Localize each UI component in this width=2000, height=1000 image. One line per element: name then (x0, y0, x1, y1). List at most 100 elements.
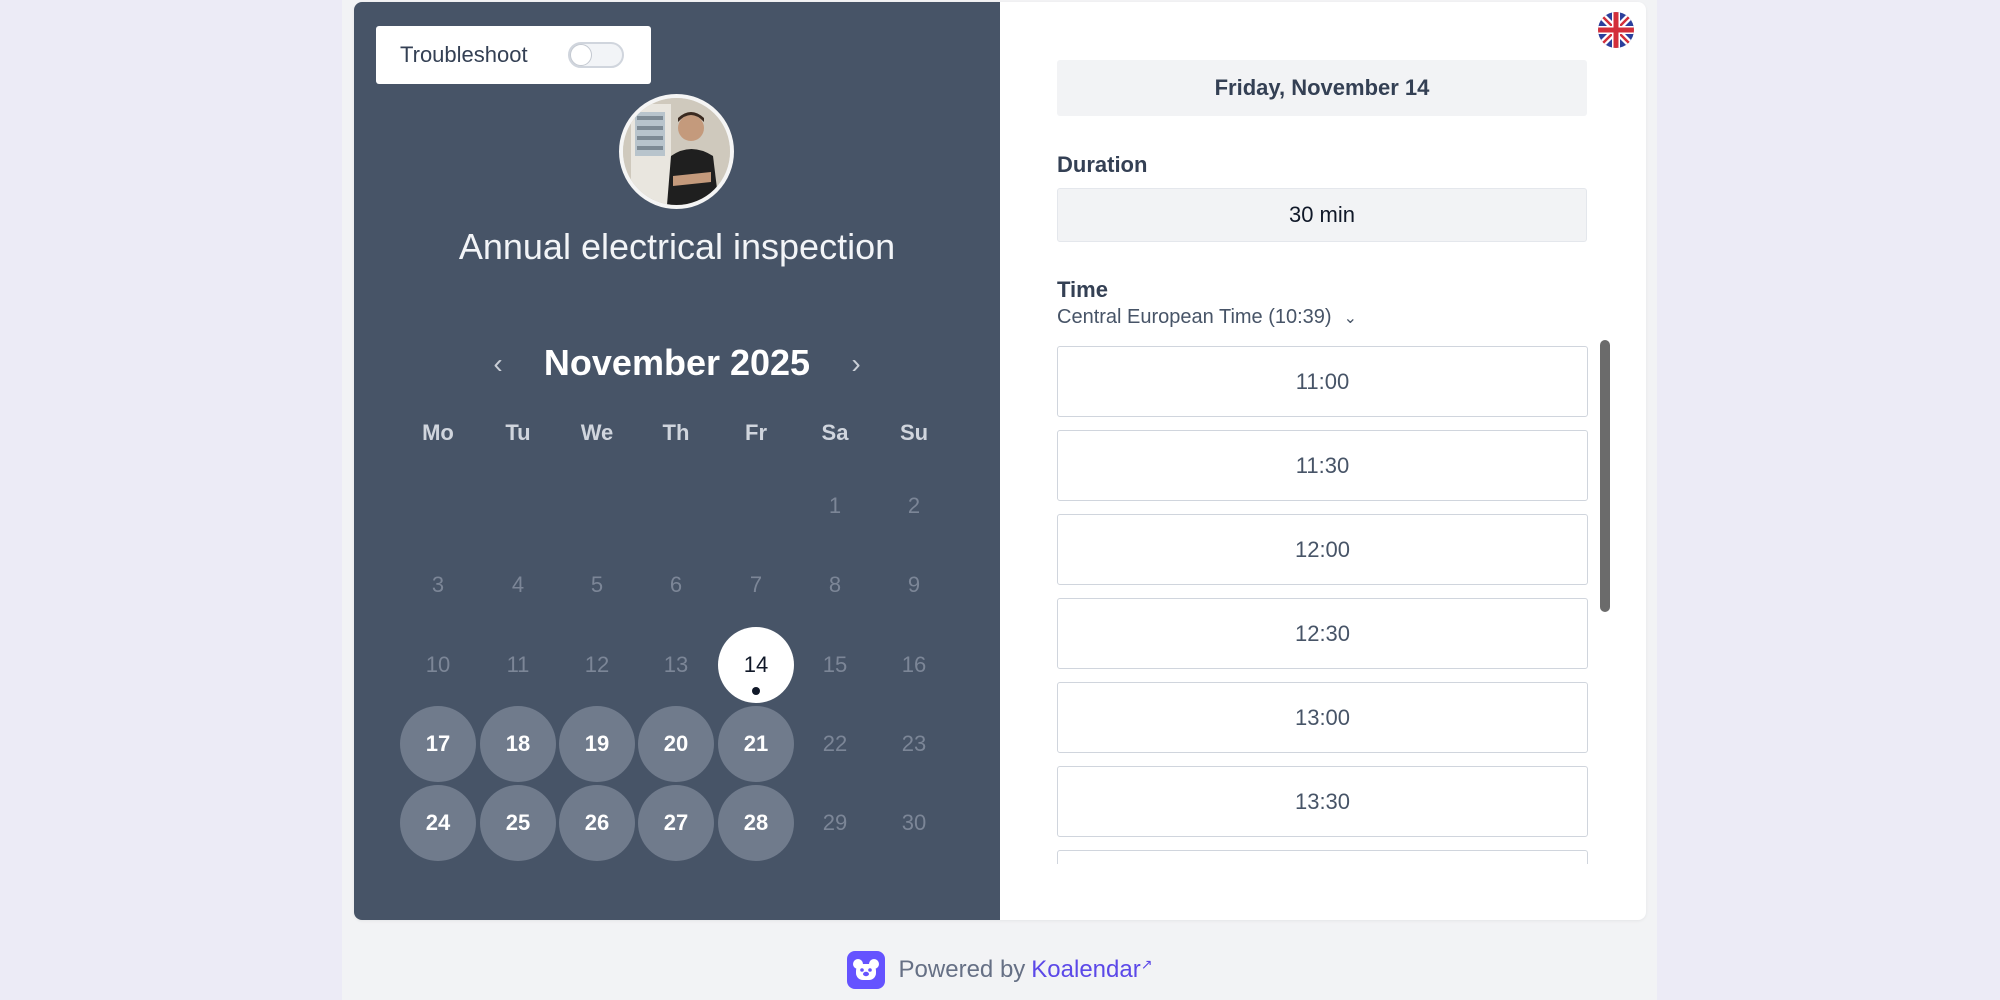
weekday-we: We (580, 420, 614, 445)
calendar-day-number: 4 (511, 572, 525, 597)
calendar-day-number: 12 (584, 652, 610, 677)
calendar-day-3: 3 (400, 547, 476, 623)
weekday-su: Su (899, 420, 929, 445)
uk-flag-icon[interactable] (1598, 12, 1634, 48)
calendar-day-1: 1 (797, 468, 873, 544)
event-title: Annual electrical inspection (458, 226, 896, 267)
calendar-day-22: 22 (797, 706, 873, 782)
koalendar-logo-icon (846, 951, 885, 989)
calendar-day-6: 6 (638, 547, 714, 623)
calendar-day-number: 16 (901, 652, 927, 677)
chevron-down-icon: ⌄ (1343, 309, 1357, 327)
calendar-day-30: 30 (876, 785, 952, 861)
today-dot (752, 687, 760, 695)
calendar-day-number: 1 (828, 493, 842, 518)
chevron-right-icon[interactable]: › (840, 348, 872, 380)
calendar-day-number: 18 (505, 731, 531, 756)
time-slot[interactable] (1057, 850, 1588, 864)
calendar-day-number: 24 (425, 810, 451, 835)
calendar-day-13: 13 (638, 627, 714, 703)
month-label: November 2025 (543, 342, 811, 383)
calendar-day-number: 14 (743, 652, 769, 677)
calendar-day-number: 22 (822, 731, 848, 756)
calendar-day-26[interactable]: 26 (559, 785, 635, 861)
calendar-day-19[interactable]: 19 (559, 706, 635, 782)
calendar-day-number: 20 (663, 731, 689, 756)
koalendar-link[interactable]: Koalendar↗ (1031, 956, 1152, 984)
calendar-day-9: 9 (876, 547, 952, 623)
calendar-day-number: 30 (901, 810, 927, 835)
calendar-day-number: 28 (743, 810, 769, 835)
time-slot[interactable]: 11:00 (1057, 346, 1588, 417)
calendar-day-number: 9 (907, 572, 921, 597)
weekday-sa: Sa (821, 420, 849, 445)
troubleshoot-toggle[interactable] (568, 42, 624, 68)
calendar-day-number: 6 (669, 572, 683, 597)
calendar-day-7: 7 (718, 547, 794, 623)
month-navigation: ‹ November 2025 › (354, 340, 1000, 392)
koalendar-link-text: Koalendar (1031, 956, 1141, 983)
calendar-day-number: 7 (749, 572, 763, 597)
external-link-icon: ↗ (1140, 956, 1153, 972)
calendar-day-number: 27 (663, 810, 689, 835)
calendar-day-23: 23 (876, 706, 952, 782)
calendar-day-12: 12 (559, 627, 635, 703)
calendar-day-25[interactable]: 25 (480, 785, 556, 861)
calendar-day-28[interactable]: 28 (718, 785, 794, 861)
calendar-day-number: 21 (743, 731, 769, 756)
powered-by-text: Powered by (898, 956, 1026, 983)
troubleshoot-bar: Troubleshoot (376, 26, 651, 84)
calendar-day-24[interactable]: 24 (400, 785, 476, 861)
calendar-day-16: 16 (876, 627, 952, 703)
calendar-day-18[interactable]: 18 (480, 706, 556, 782)
calendar-day-number: 10 (425, 652, 451, 677)
calendar-day-number: 5 (590, 572, 604, 597)
time-slot[interactable]: 11:30 (1057, 430, 1588, 501)
calendar-day-20[interactable]: 20 (638, 706, 714, 782)
time-slot-list[interactable]: 11:00 11:30 12:00 12:30 13:00 13:30 (1057, 346, 1589, 864)
calendar-day-27[interactable]: 27 (638, 785, 714, 861)
time-slot[interactable]: 13:00 (1057, 682, 1588, 753)
calendar-day-number: 3 (431, 572, 445, 597)
calendar-day-11: 11 (480, 627, 556, 703)
calendar-day-8: 8 (797, 547, 873, 623)
duration-label: Duration (1057, 152, 1148, 177)
calendar-day-number: 29 (822, 810, 848, 835)
toggle-knob (570, 44, 592, 66)
calendar-day-5: 5 (559, 547, 635, 623)
calendar-day-number: 26 (584, 810, 610, 835)
troubleshoot-label: Troubleshoot (400, 42, 528, 67)
calendar-day-number: 23 (901, 731, 927, 756)
calendar-day-number: 17 (425, 731, 451, 756)
time-slot[interactable]: 13:30 (1057, 766, 1588, 837)
duration-option[interactable]: 30 min (1057, 188, 1587, 242)
slot-list-scrollbar[interactable] (1600, 340, 1610, 612)
weekday-mo: Mo (422, 420, 454, 445)
calendar-day-selected[interactable]: 14 (718, 627, 794, 703)
time-slot[interactable]: 12:30 (1057, 598, 1588, 669)
calendar-day-10: 10 (400, 627, 476, 703)
calendar-day-number: 15 (822, 652, 848, 677)
calendar-day-21[interactable]: 21 (718, 706, 794, 782)
weekday-tu: Tu (505, 420, 531, 445)
calendar-day-number: 8 (828, 572, 842, 597)
calendar-day-2: 2 (876, 468, 952, 544)
calendar-day-29: 29 (797, 785, 873, 861)
calendar-day-number: 11 (506, 652, 530, 677)
selected-date: Friday, November 14 (1057, 60, 1587, 116)
host-avatar (619, 94, 734, 209)
weekday-fr: Fr (745, 420, 767, 445)
calendar-day-number: 13 (663, 652, 689, 677)
time-label: Time (1057, 277, 1108, 302)
time-slot[interactable]: 12:00 (1057, 514, 1588, 585)
weekday-th: Th (662, 420, 690, 445)
timezone-select[interactable]: Central European Time (10:39) ⌄ (1057, 306, 1357, 329)
calendar-day-number: 19 (584, 731, 610, 756)
calendar-day-number: 2 (907, 493, 921, 518)
calendar-day-number: 25 (505, 810, 531, 835)
timezone-value: Central European Time (10:39) (1057, 306, 1332, 328)
calendar-day-17[interactable]: 17 (400, 706, 476, 782)
host-photo (623, 98, 730, 205)
footer: Powered by Koalendar↗ (342, 940, 1657, 1000)
calendar-day-4: 4 (480, 547, 556, 623)
